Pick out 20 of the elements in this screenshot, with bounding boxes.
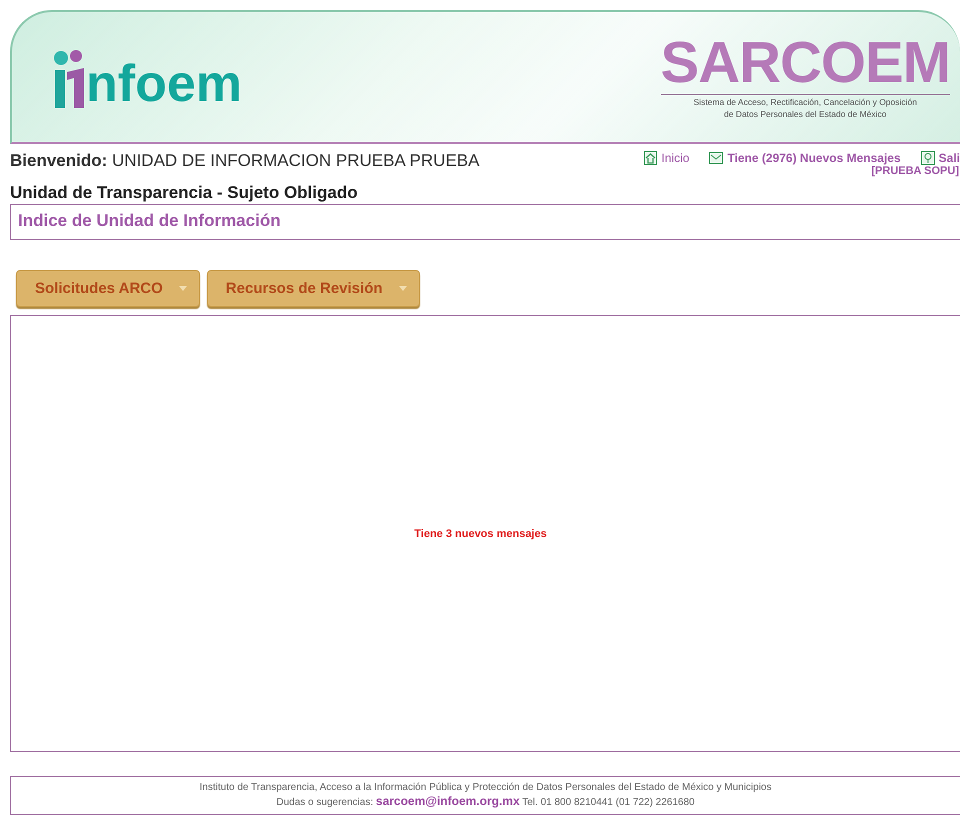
username-text: [PRUEBA SOPU] — [871, 165, 959, 177]
menu-button[interactable]: Recursos de Revisión — [206, 270, 420, 307]
section-title: Unidad de Transparencia - Sujeto Obligado — [10, 183, 359, 203]
messages-link[interactable]: Tiene (2976) Nuevos Mensajes — [709, 151, 901, 165]
app-subtitle: Sistema de Acceso, Rectificación, Cancelación y Oposición de Datos Personales del Estado de México — [694, 97, 917, 120]
app-logo-text: SARCOEM — [660, 34, 950, 96]
home-link[interactable]: Inicio — [644, 151, 690, 165]
caret-icon — [398, 286, 407, 291]
message-text: Tiene 3 nuevos mensajes — [414, 528, 547, 540]
page-title: Indice de Unidad de Información — [10, 204, 960, 240]
welcome-text: Bienvenido: UNIDAD DE INFORMACION PRUEBA PRUEBA — [10, 151, 480, 172]
mail-icon — [709, 152, 724, 164]
logo-text: nfoem — [86, 58, 242, 110]
home-icon — [644, 151, 658, 165]
caret-icon — [178, 286, 187, 291]
contact-text: Dudas o sugerencias: sarcoem@infoem.org.mx Tel. 01 800 8210441 (01 722) 2261680 — [276, 794, 695, 810]
menu-button[interactable]: Solicitudes ARCO — [16, 270, 200, 307]
exit-link[interactable]: Sali — [920, 151, 960, 165]
logo-icon — [52, 50, 86, 110]
footer-text: Instituto de Transparencia, Acceso a la Información Pública y Protección de Datos Personales del Estado de México y Municipios — [200, 781, 772, 794]
